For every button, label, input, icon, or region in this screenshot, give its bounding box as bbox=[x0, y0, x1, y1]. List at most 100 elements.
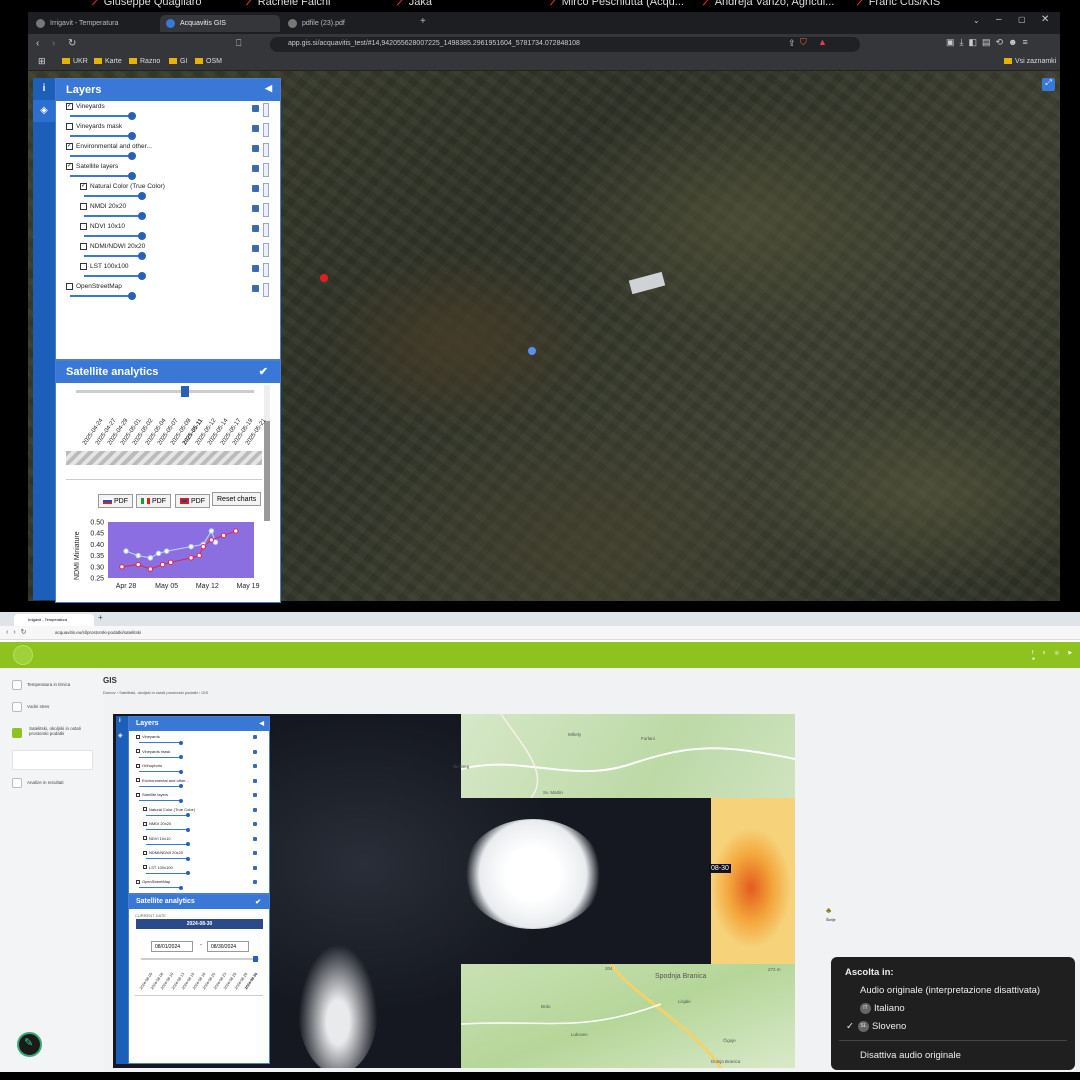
map-marker-blue[interactable] bbox=[528, 347, 536, 355]
opacity-slider-handle[interactable] bbox=[138, 252, 146, 260]
layer-checkbox-2[interactable] bbox=[143, 836, 147, 841]
chart-point[interactable] bbox=[200, 543, 206, 550]
new-tab-button-2[interactable]: + bbox=[98, 613, 103, 622]
nav-vodni-stres[interactable]: Vodni stres bbox=[12, 702, 49, 712]
pdf-button-italian[interactable]: PDF bbox=[136, 494, 171, 508]
chart-point[interactable] bbox=[168, 559, 174, 566]
layer-info-icon[interactable] bbox=[252, 225, 259, 232]
chart-point[interactable] bbox=[188, 543, 194, 550]
layer-row-2[interactable]: Vineyards mask bbox=[136, 749, 170, 754]
rewards-icon[interactable]: ▲ bbox=[818, 37, 827, 47]
map-marker-red[interactable] bbox=[320, 274, 328, 282]
opacity-slider[interactable] bbox=[70, 292, 136, 300]
layer-checkbox-2[interactable] bbox=[136, 792, 140, 797]
layer-info-icon[interactable] bbox=[252, 285, 259, 292]
nav-gis-active[interactable] bbox=[12, 750, 93, 770]
pdf-button-english[interactable]: PDF bbox=[175, 494, 210, 508]
layer-info-icon-2[interactable] bbox=[253, 778, 257, 783]
opacity-slider-handle-2[interactable] bbox=[179, 798, 183, 803]
layer-row-2[interactable]: Vineyards bbox=[136, 734, 160, 739]
layer-info-icon[interactable] bbox=[252, 105, 259, 112]
layer-row[interactable]: NDVI 10x10 bbox=[80, 223, 125, 230]
chart-point[interactable] bbox=[147, 566, 154, 572]
opacity-slider-2[interactable] bbox=[146, 856, 190, 861]
chart-point[interactable] bbox=[159, 561, 166, 568]
layer-info-icon[interactable] bbox=[252, 245, 259, 252]
layer-checkbox[interactable]: ✓ bbox=[66, 143, 73, 150]
layer-info-icon[interactable] bbox=[252, 125, 259, 132]
layer-row[interactable]: LST 100x100 bbox=[80, 263, 129, 270]
chart-point[interactable] bbox=[135, 561, 141, 568]
layer-checkbox[interactable]: ✓ bbox=[66, 163, 73, 170]
tab-pdf[interactable]: pdfile (23).pdf bbox=[282, 15, 410, 32]
opacity-slider-handle-2[interactable] bbox=[186, 871, 190, 875]
layer-row[interactable]: ✓ Satellite layers bbox=[66, 163, 118, 170]
fullscreen-icon[interactable]: ⤢ bbox=[1042, 78, 1055, 91]
layer-row-2[interactable]: Natural Color (True Color) bbox=[143, 807, 195, 812]
opacity-slider[interactable] bbox=[84, 232, 146, 240]
menu-item-sloveno[interactable]: ✓ SL Sloveno bbox=[846, 1021, 906, 1032]
bookmark-folder[interactable]: OSM bbox=[195, 58, 222, 65]
close-icon[interactable]: ✕ bbox=[1041, 14, 1049, 25]
date-slider-handle[interactable] bbox=[181, 386, 189, 397]
nav-satelitski[interactable]: Satelitski, okoljski in ostali prostorsk… bbox=[12, 726, 92, 738]
layers-icon-2[interactable]: ◈ bbox=[118, 732, 123, 739]
chart-point[interactable] bbox=[123, 548, 129, 554]
layer-checkbox-2[interactable] bbox=[143, 807, 147, 812]
check-icon-2[interactable]: ✔ bbox=[255, 898, 261, 906]
layer-row-2[interactable]: Environmental and other... bbox=[136, 778, 189, 783]
opacity-slider[interactable] bbox=[70, 152, 136, 160]
layer-info-icon[interactable] bbox=[252, 265, 259, 272]
collapse-icon-2[interactable]: ◀ bbox=[259, 720, 264, 727]
nav-temperatura[interactable]: Temperatura in tirnica bbox=[12, 680, 70, 690]
reload-icon[interactable]: ↻ bbox=[68, 38, 76, 49]
layer-row-2[interactable]: NDVI 10x10 bbox=[143, 836, 171, 841]
collapse-icon[interactable]: ◀ bbox=[265, 83, 272, 94]
layer-row[interactable]: ✓ Natural Color (True Color) bbox=[80, 183, 165, 190]
bookmark-icon[interactable]: ⎕ bbox=[236, 38, 241, 49]
url-field[interactable]: app.gis.si/acquavitis_test/#14,942055628… bbox=[270, 37, 860, 52]
opacity-slider-2[interactable] bbox=[146, 827, 190, 832]
bookmark-folder[interactable]: UKR bbox=[62, 58, 88, 65]
opacity-slider-2[interactable] bbox=[139, 755, 183, 759]
opacity-slider-handle[interactable] bbox=[128, 292, 136, 300]
opacity-slider-handle[interactable] bbox=[128, 132, 136, 140]
nav-analize[interactable]: Analize in rezultati bbox=[12, 778, 64, 788]
opacity-slider-handle-2[interactable] bbox=[186, 842, 190, 846]
menu-item-original-audio[interactable]: Audio originale (interpretazione disatti… bbox=[860, 985, 1040, 996]
new-tab-button[interactable]: + bbox=[414, 15, 434, 32]
layer-checkbox[interactable]: ✓ bbox=[66, 103, 73, 110]
chart-point[interactable] bbox=[147, 555, 154, 561]
opacity-slider-handle-2[interactable] bbox=[179, 769, 183, 774]
collapse-group-icon[interactable] bbox=[252, 165, 259, 172]
opacity-slider-2[interactable] bbox=[146, 813, 190, 817]
site-logo[interactable] bbox=[14, 646, 32, 664]
apps-icon[interactable]: ⊞ bbox=[38, 56, 46, 67]
map-pin-icon[interactable]: ♣ bbox=[826, 906, 836, 918]
opacity-slider-handle[interactable] bbox=[138, 232, 146, 240]
date-slider[interactable] bbox=[76, 386, 254, 397]
annotate-button[interactable]: ✎ bbox=[17, 1032, 42, 1057]
opacity-slider-2[interactable] bbox=[146, 871, 190, 875]
opacity-slider-handle[interactable] bbox=[138, 272, 146, 280]
opacity-slider-handle-2[interactable] bbox=[186, 827, 190, 832]
date-from-input[interactable]: 08/01/2024 bbox=[151, 941, 193, 952]
opacity-slider-handle-2[interactable] bbox=[179, 885, 183, 890]
tab-irrigavit-2[interactable]: Irrigavit - Temperatura bbox=[14, 614, 94, 626]
chart-point[interactable] bbox=[233, 528, 239, 534]
minimize-icon[interactable]: – bbox=[996, 14, 1002, 25]
layer-info-icon-2[interactable] bbox=[253, 851, 257, 855]
layer-checkbox-2[interactable] bbox=[136, 749, 140, 754]
opacity-slider-2[interactable] bbox=[139, 885, 183, 890]
layer-checkbox[interactable]: ✓ bbox=[80, 183, 87, 190]
layer-row-2[interactable]: NDMI/NDWI 20x20 bbox=[143, 850, 183, 855]
layer-row[interactable]: ✓ Environmental and other... bbox=[66, 143, 152, 150]
nav-icons-2[interactable]: ‹›↻ bbox=[6, 628, 32, 636]
chart-point[interactable] bbox=[155, 550, 162, 557]
bookmark-folder[interactable]: GI bbox=[169, 58, 187, 65]
layer-checkbox-2[interactable] bbox=[136, 763, 140, 768]
opacity-slider[interactable] bbox=[84, 212, 146, 220]
bookmark-folder[interactable]: Razno bbox=[129, 58, 160, 65]
layers-icon[interactable]: ◈ bbox=[33, 100, 55, 122]
opacity-slider-handle-2[interactable] bbox=[179, 740, 183, 745]
